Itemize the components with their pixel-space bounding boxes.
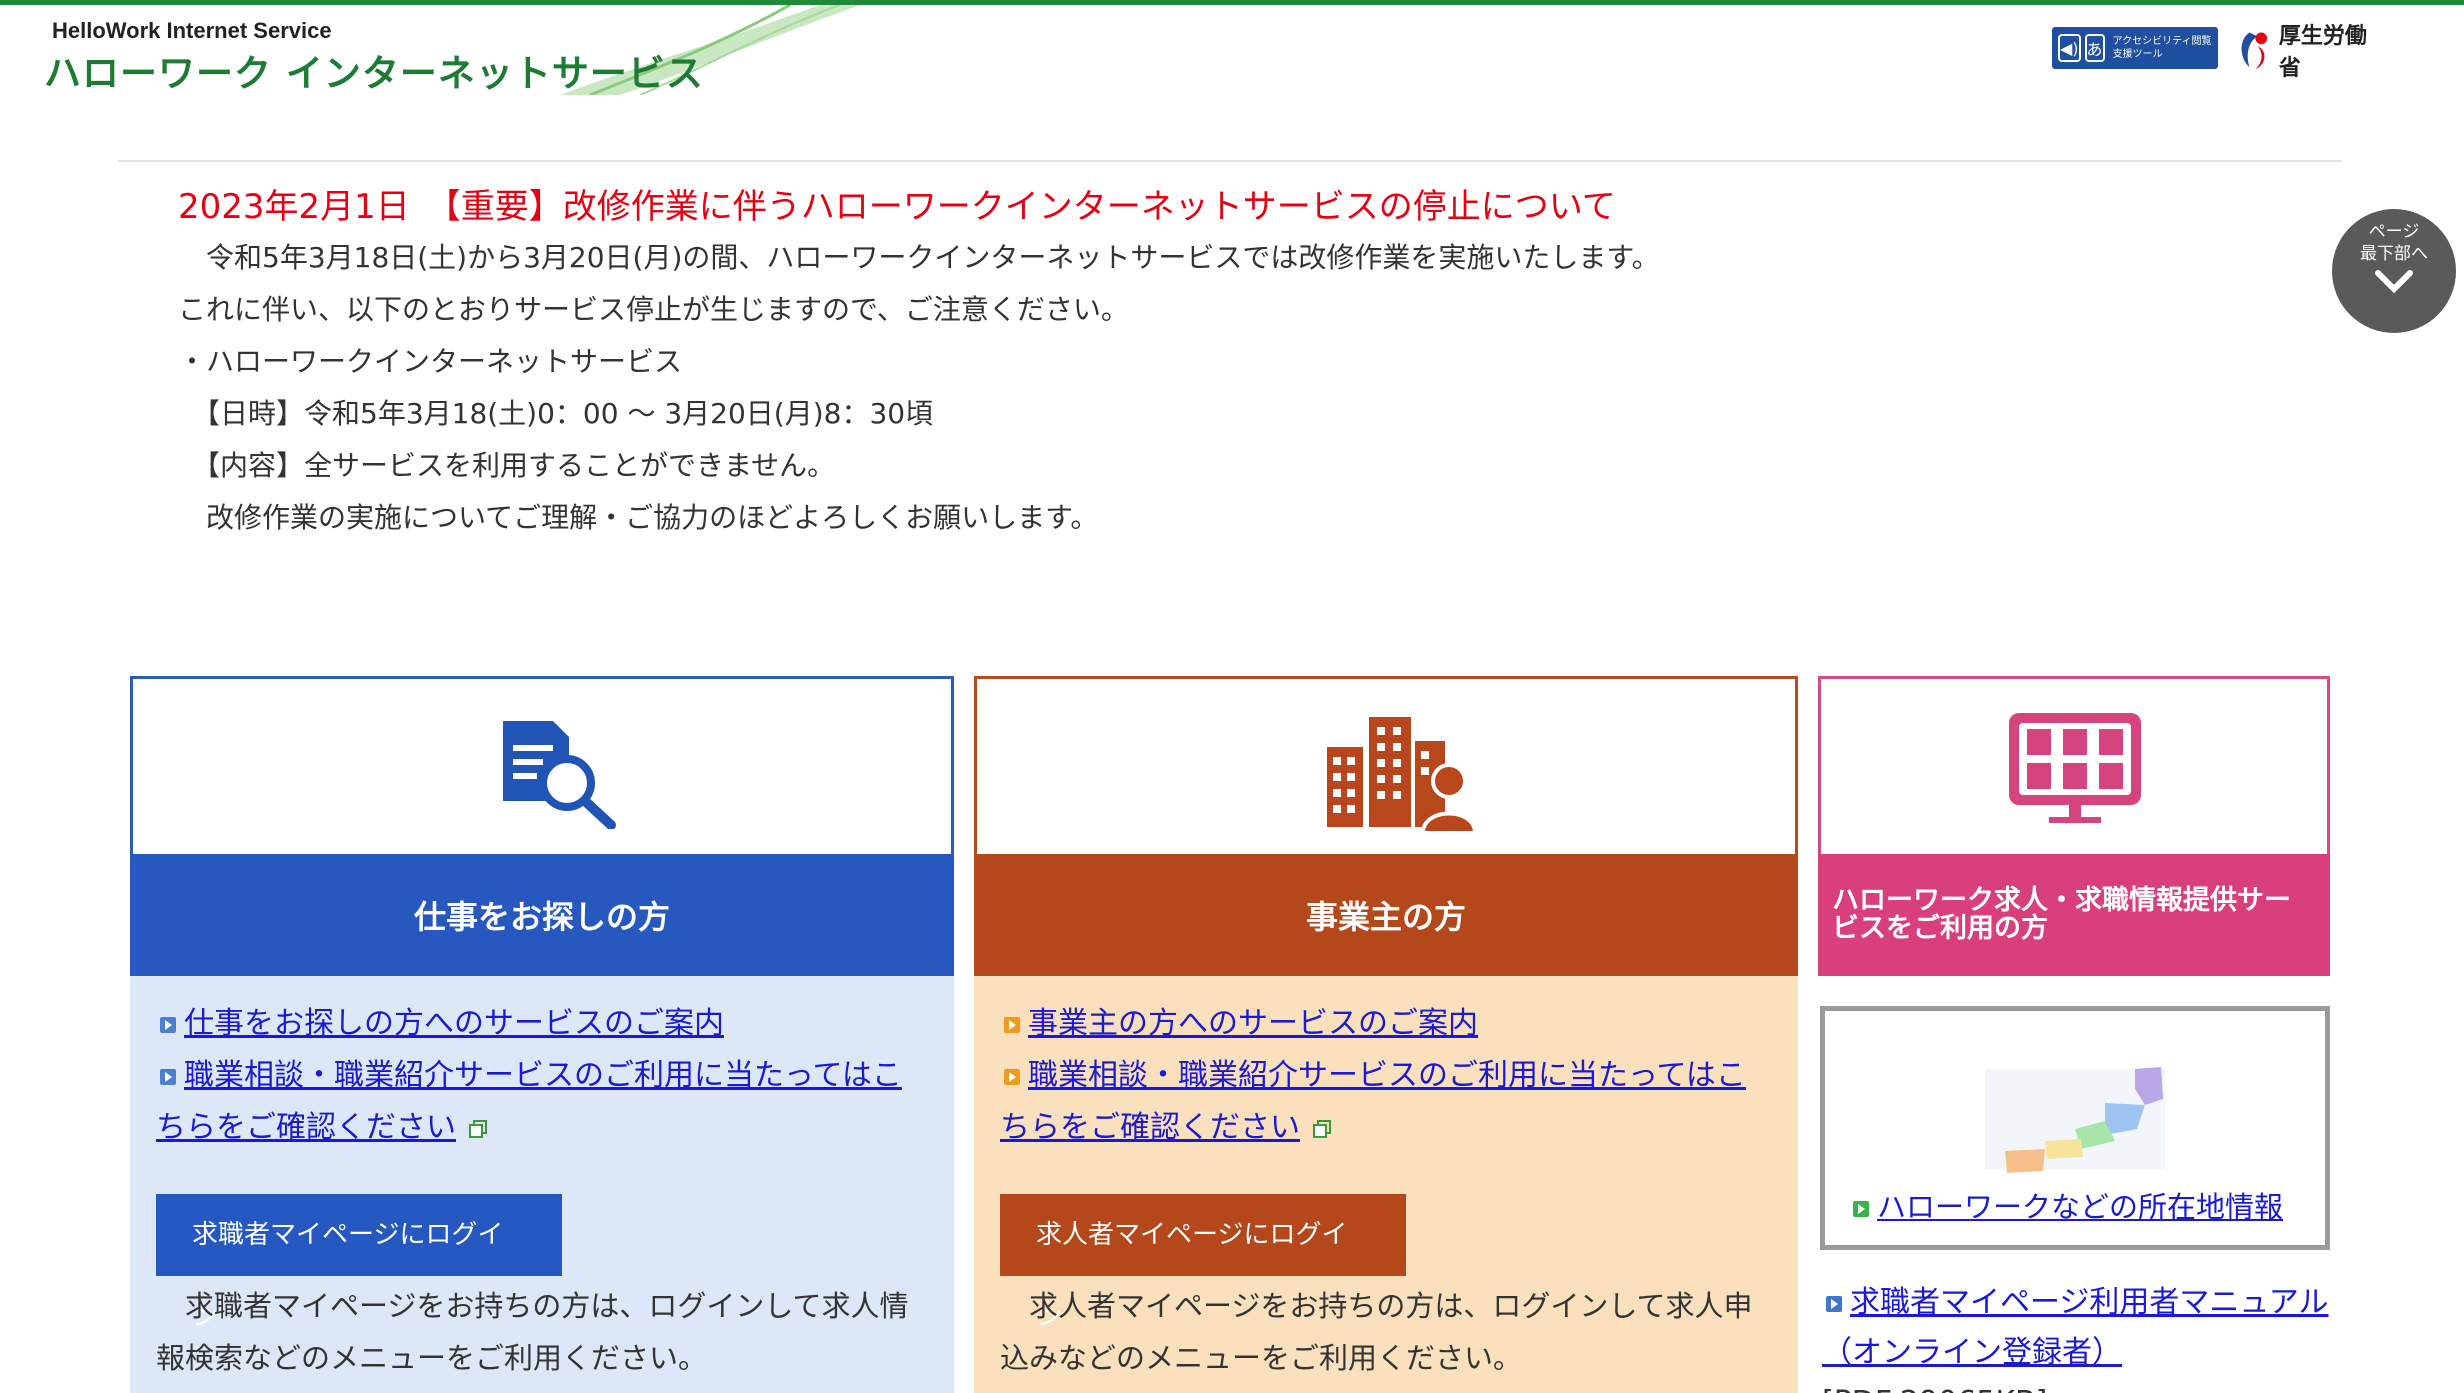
notice-title: 2023年2月1日 【重要】改修作業に伴うハローワークインターネットサービスの停… <box>178 187 1616 227</box>
hiragana-icon: あ <box>2084 34 2105 62</box>
jobseeker-login-description: 求職者マイページをお持ちの方は、ログインして求人情報検索などのメニューをご利用く… <box>156 1289 909 1375</box>
employer-login-description: 求人者マイページをお持ちの方は、ログインして求人申込みなどのメニューをご利用くだ… <box>1000 1289 1753 1375</box>
document-search-icon <box>503 721 616 829</box>
employer-card-header[interactable] <box>974 676 1798 854</box>
notice-line: 令和5年3月18日(土)から3月20日(月)の間、ハローワークインターネットサー… <box>178 241 1660 274</box>
employer-card-title[interactable]: 事業主の方 <box>974 854 1798 976</box>
ministry-logo[interactable]: 厚生労働省 <box>2236 24 2386 81</box>
scroll-bottom-label-2: 最下部へ <box>2360 244 2428 264</box>
accessibility-tool-button[interactable]: ◀) あ アクセシビリティ閲覧支援ツール <box>2052 27 2218 69</box>
divider <box>118 160 2342 162</box>
notice-line: 改修作業の実施についてご理解・ご協力のほどよろしくお願いします。 <box>178 501 1099 534</box>
arrow-bullet-icon <box>160 1016 176 1033</box>
arrow-bullet-icon <box>1004 1068 1020 1085</box>
manual-file-size: [PDF:29065KB] <box>1822 1385 2047 1393</box>
notice-line: 【内容】全サービスを利用することができません。 <box>178 449 836 482</box>
jobseeker-service-link[interactable]: 仕事をお探しの方へのサービスのご案内 <box>156 998 928 1050</box>
maintenance-notice: 2023年2月1日 【重要】改修作業に伴うハローワークインターネットサービスの停… <box>178 182 1878 544</box>
employer-service-link[interactable]: 事業主の方へのサービスのご案内 <box>1000 998 1772 1050</box>
speaker-icon: ◀) <box>2058 34 2081 62</box>
site-header: HelloWork Internet Service ハローワーク インターネッ… <box>0 5 2464 95</box>
mhlw-emblem-icon <box>2241 32 2268 70</box>
jobseeker-login-button[interactable]: 求職者マイページにログイン <box>156 1194 562 1332</box>
monitor-documents-icon <box>2009 713 2141 823</box>
office-location-link-text[interactable]: ハローワークなどの所在地情報 <box>1877 1190 2283 1224</box>
logo-english[interactable]: HelloWork Internet Service <box>52 18 332 44</box>
employer-card: 事業主の方 事業主の方へのサービスのご案内 職業相談・職業紹介サービスのご利用に… <box>974 676 1798 1393</box>
scroll-bottom-label-1: ページ <box>2368 222 2420 242</box>
chevron-down-icon <box>2375 270 2413 294</box>
info-provider-card-header[interactable] <box>1818 676 2330 854</box>
ministry-name: 厚生労働省 <box>2278 24 2367 81</box>
external-link-icon <box>469 1119 487 1138</box>
notice-line: ・ハローワークインターネットサービス <box>178 345 683 378</box>
office-building-person-icon <box>1327 717 1475 833</box>
info-provider-card: ハローワーク求人・求職情報提供サービスをご利用の方 <box>1818 676 2330 976</box>
employer-consult-link-text[interactable]: 職業相談・職業紹介サービスのご利用に当たってはこちらをご確認ください <box>1000 1058 1746 1145</box>
arrow-bullet-icon <box>1004 1016 1020 1033</box>
external-link-icon <box>1313 1119 1331 1138</box>
notice-line: 【日時】令和5年3月18(土)0：00 ～ 3月20日(月)8：30頃 <box>178 397 934 430</box>
accessibility-tool-label: アクセシビリティ閲覧支援ツール <box>2112 36 2212 60</box>
arrow-bullet-icon <box>1826 1295 1842 1312</box>
jobseeker-card-body: 仕事をお探しの方へのサービスのご案内 職業相談・職業紹介サービスのご利用に当たっ… <box>130 976 954 1393</box>
arrow-bullet-icon <box>160 1068 176 1085</box>
jobseeker-consult-link-text[interactable]: 職業相談・職業紹介サービスのご利用に当たってはこちらをご確認ください <box>156 1058 902 1145</box>
jobseeker-card-title[interactable]: 仕事をお探しの方 <box>130 854 954 976</box>
jobseeker-card-header[interactable] <box>130 676 954 854</box>
arrow-bullet-icon <box>1853 1201 1869 1217</box>
manual-link-block: 求職者マイページ利用者マニュアル（オンライン登録者） [PDF:29065KB] <box>1822 1278 2342 1393</box>
logo-japanese[interactable]: ハローワーク インターネットサービス <box>44 43 704 97</box>
office-location-box[interactable]: ハローワークなどの所在地情報 <box>1820 1006 2330 1250</box>
scroll-to-bottom-button[interactable]: ページ 最下部へ <box>2332 209 2456 333</box>
notice-line: これに伴い、以下のとおりサービス停止が生じますので、ご注意ください。 <box>178 293 1129 326</box>
jobseeker-consult-link[interactable]: 職業相談・職業紹介サービスのご利用に当たってはこちらをご確認ください <box>156 1050 928 1154</box>
employer-consult-link[interactable]: 職業相談・職業紹介サービスのご利用に当たってはこちらをご確認ください <box>1000 1050 1772 1154</box>
manual-link[interactable]: 求職者マイページ利用者マニュアル（オンライン登録者） <box>1822 1285 2329 1370</box>
employer-service-link-text[interactable]: 事業主の方へのサービスのご案内 <box>1028 1006 1478 1041</box>
info-provider-card-title[interactable]: ハローワーク求人・求職情報提供サービスをご利用の方 <box>1818 854 2330 976</box>
employer-login-button[interactable]: 求人者マイページにログイン <box>1000 1194 1406 1332</box>
office-location-link[interactable]: ハローワークなどの所在地情報 <box>1849 1181 2283 1233</box>
jobseeker-service-link-text[interactable]: 仕事をお探しの方へのサービスのご案内 <box>184 1006 724 1041</box>
japan-map-icon <box>1985 1067 2165 1173</box>
jobseeker-card: 仕事をお探しの方 仕事をお探しの方へのサービスのご案内 職業相談・職業紹介サービ… <box>130 676 954 1393</box>
employer-card-body: 事業主の方へのサービスのご案内 職業相談・職業紹介サービスのご利用に当たってはこ… <box>974 976 1798 1393</box>
